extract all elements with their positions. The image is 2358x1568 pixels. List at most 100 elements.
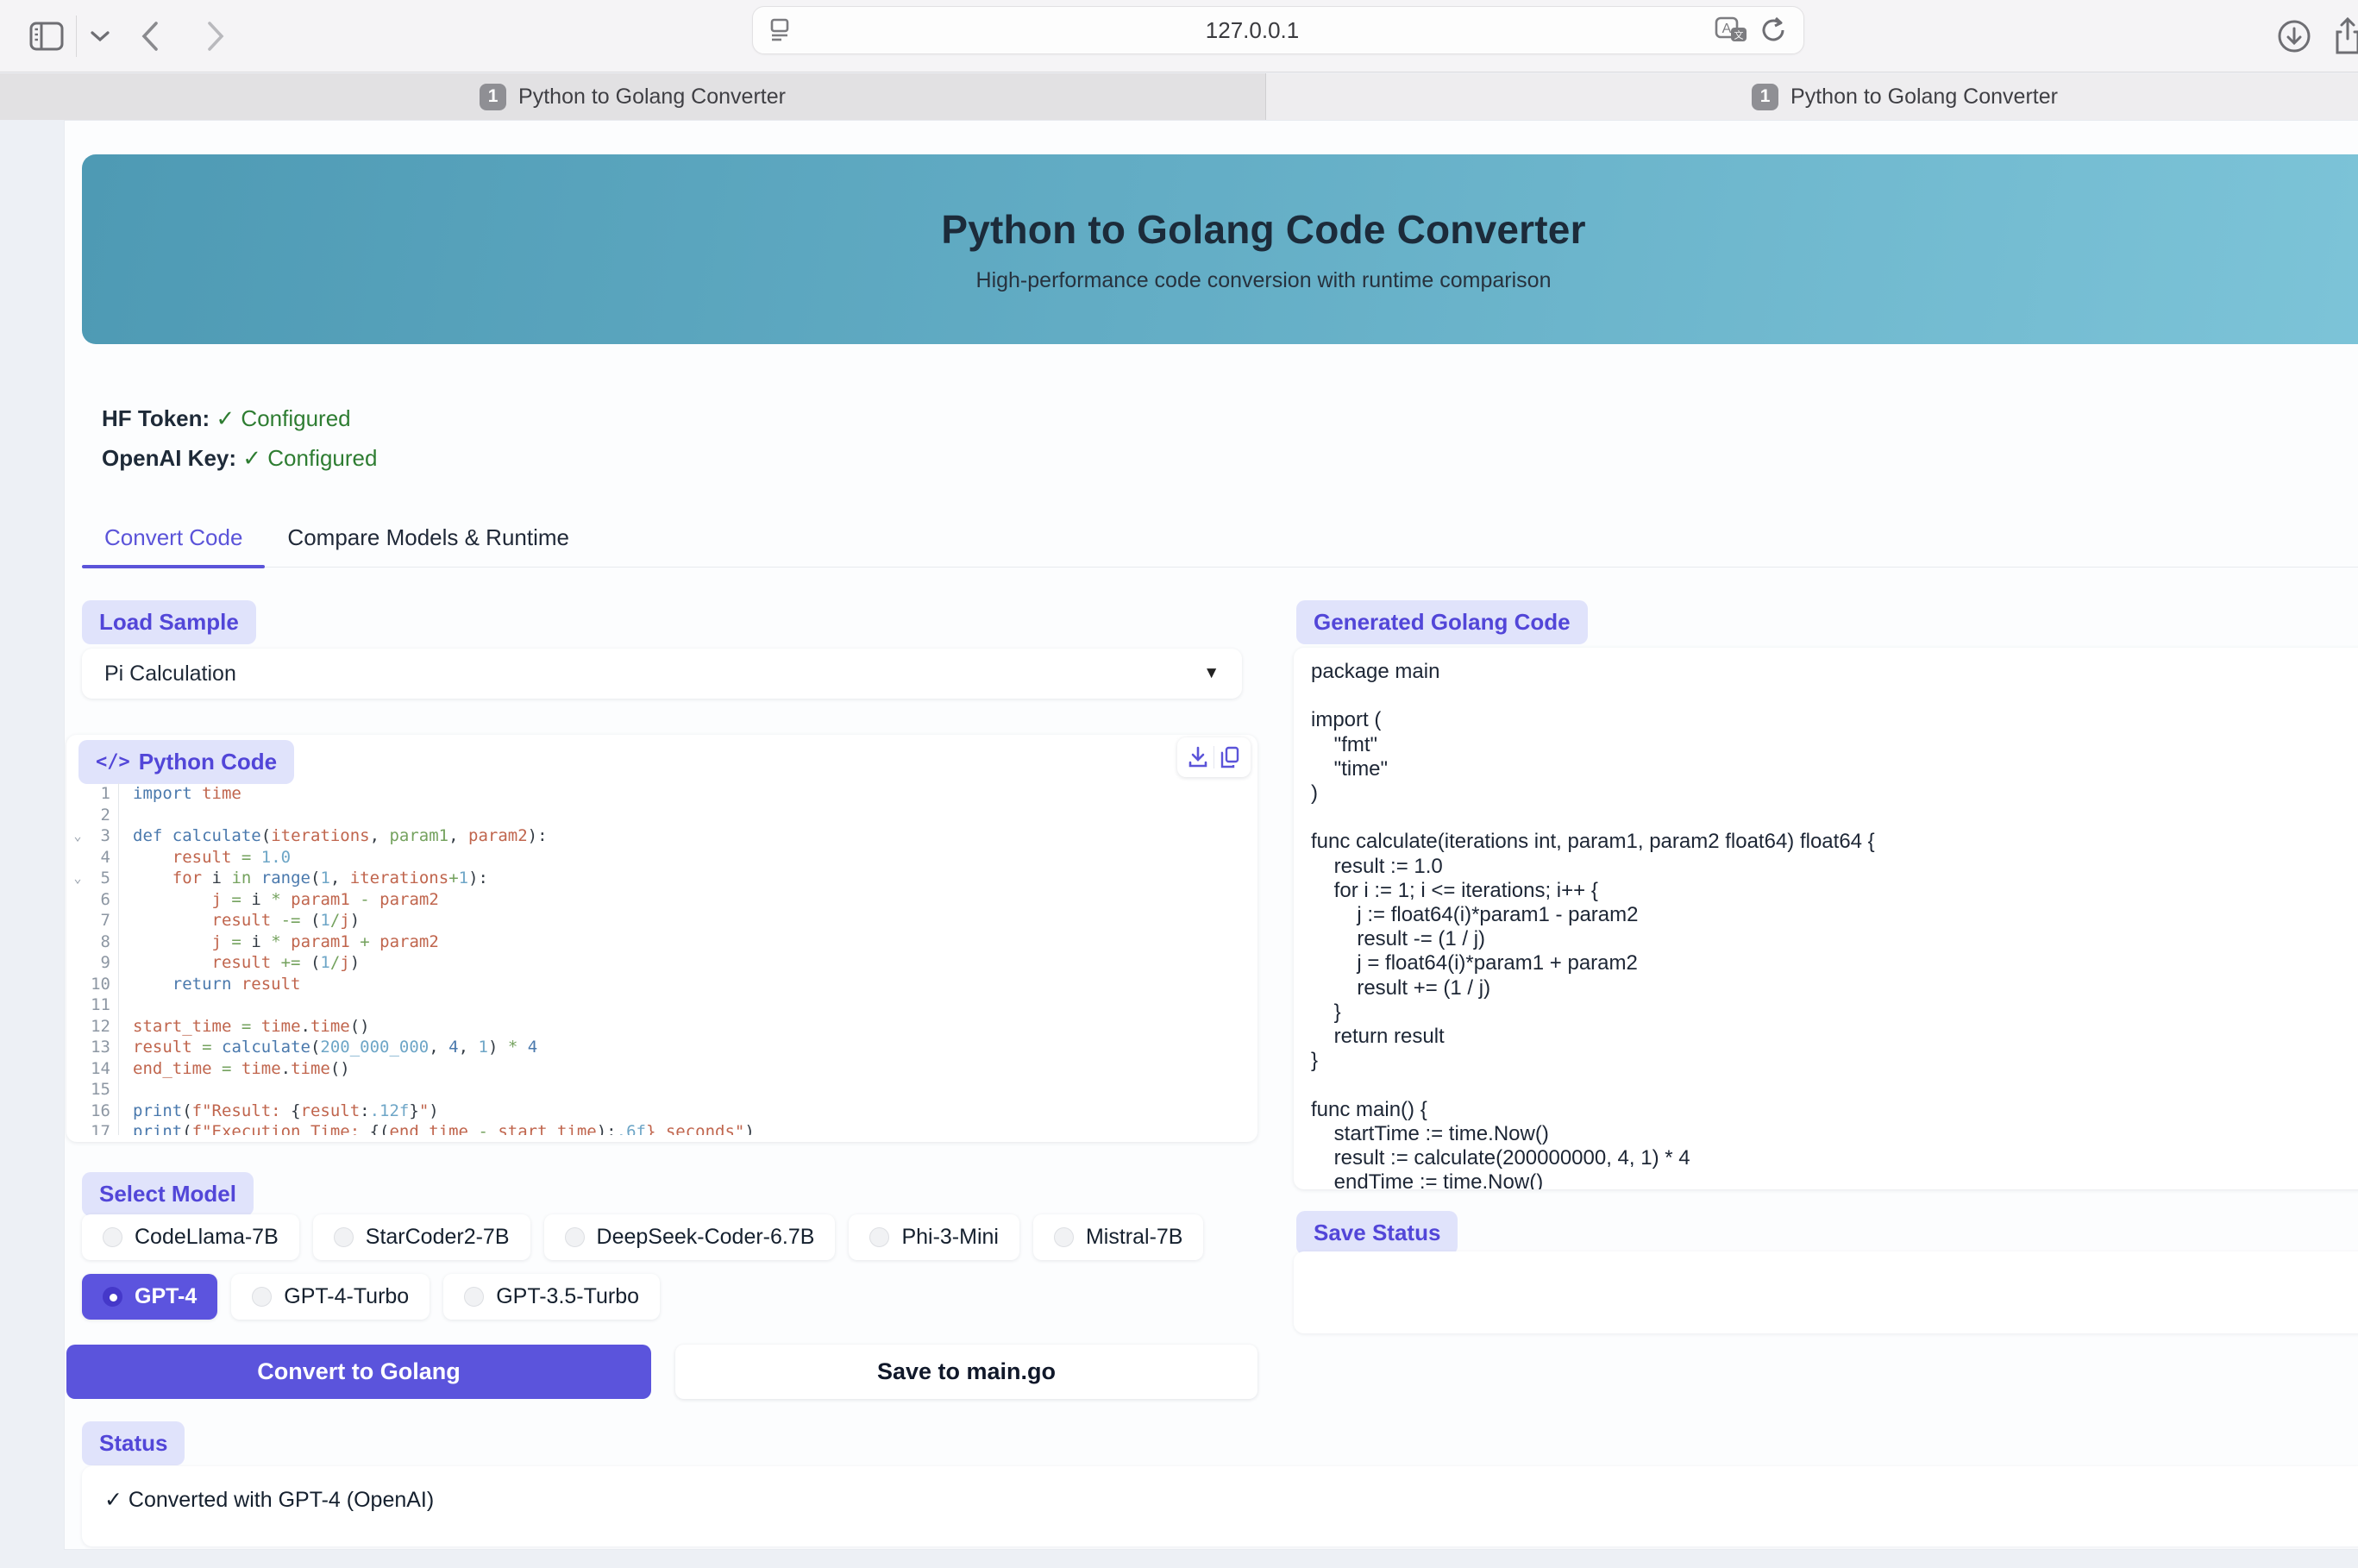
code-line: 15 [66,1079,1257,1101]
code-line-text: def calculate(iterations, param1, param2… [133,825,548,847]
fold-chevron-icon[interactable]: ⌄ [66,825,89,847]
gutter-divider [110,847,119,869]
fold-chevron-icon[interactable]: ⌄ [66,868,89,889]
save-status-card [1294,1251,2358,1333]
tab-convert-code[interactable]: Convert Code [82,524,265,567]
app-tabs: Convert Code Compare Models & Runtime [82,524,2358,568]
model-option-gpt-3-5-turbo[interactable]: GPT-3.5-Turbo [443,1274,660,1320]
generated-golang-badge: Generated Golang Code [1296,600,1588,644]
tab-count-badge: 1 [480,84,506,110]
code-line-text: end_time = time.time() [133,1058,350,1080]
convert-button[interactable]: Convert to Golang [66,1345,651,1399]
select-caret-icon: ▼ [1203,664,1220,683]
code-line: 6 j = i * param1 - param2 [66,889,1257,911]
radio-icon [103,1227,122,1247]
code-line-text: j = i * param1 + param2 [133,931,439,953]
forward-button[interactable] [197,0,235,72]
tab-compare-models[interactable]: Compare Models & Runtime [265,524,592,567]
reader-icon[interactable] [768,16,791,44]
browser-tab-1[interactable]: 1 Python to Golang Converter [0,73,1266,120]
fold-chevron-icon [66,1037,89,1058]
model-option-label: Mistral-7B [1086,1225,1183,1250]
code-line-text: return result [133,974,301,995]
model-option-label: CodeLlama-7B [135,1225,279,1250]
line-number: 8 [89,931,110,953]
fold-chevron-icon [66,952,89,974]
gutter-divider [110,994,119,1016]
radio-icon [103,1287,122,1307]
copy-icon [1220,746,1240,768]
line-number: 17 [89,1121,110,1135]
gutter-divider [110,974,119,995]
python-code-lines: 1import time2⌄3def calculate(iterations,… [66,783,1257,1135]
code-line-text: result = calculate(200_000_000, 4, 1) * … [133,1037,537,1058]
model-option-gpt-4[interactable]: GPT-4 [82,1274,217,1320]
python-code-badge: </> Python Code [78,740,294,784]
line-number: 4 [89,847,110,869]
gutter-divider [110,910,119,931]
gutter-divider [110,952,119,974]
downloads-button[interactable] [2273,0,2315,72]
gutter-divider [110,825,119,847]
gutter-divider [110,868,119,889]
code-line: 11 [66,994,1257,1016]
fold-chevron-icon [66,805,89,826]
fold-chevron-icon [66,1058,89,1080]
model-option-label: GPT-4 [135,1284,197,1309]
load-sample-badge: Load Sample [82,600,256,644]
model-option-gpt-4-turbo[interactable]: GPT-4-Turbo [231,1274,430,1320]
tab-title: Python to Golang Converter [1790,85,2058,110]
model-option-mistral-7b[interactable]: Mistral-7B [1033,1214,1204,1260]
code-line: 9 result += (1/j) [66,952,1257,974]
tab-count-badge: 1 [1752,84,1778,110]
sidebar-toggle-button[interactable] [26,0,67,72]
code-line-text: result += (1/j) [133,952,360,974]
browser-tab-2[interactable]: 1 Python to Golang Converter [1266,73,2358,120]
radio-icon [252,1287,272,1307]
model-option-starcoder2-7b[interactable]: StarCoder2-7B [313,1214,530,1260]
fold-chevron-icon [66,994,89,1016]
fold-chevron-icon [66,783,89,805]
app-header-banner: Python to Golang Code Converter High-per… [82,154,2358,344]
browser-tabstrip: 1 Python to Golang Converter 1 Python to… [0,73,2358,120]
download-code-button[interactable] [1182,740,1213,775]
code-line-text: result -= (1/j) [133,910,360,931]
toolbar-divider [76,16,77,57]
save-button[interactable]: Save to main.go [675,1345,1257,1399]
line-number: 2 [89,805,110,826]
model-option-deepseek-coder-6-7b[interactable]: DeepSeek-Coder-6.7B [544,1214,836,1260]
reload-button[interactable] [1759,15,1788,46]
code-line-text: import time [133,783,241,805]
line-number: 5 [89,868,110,889]
golang-code-panel[interactable]: package main import ( "fmt" "time" ) fun… [1294,648,2358,1189]
fold-chevron-icon [66,931,89,953]
model-option-codellama-7b[interactable]: CodeLlama-7B [82,1214,299,1260]
python-code-editor[interactable]: 1import time2⌄3def calculate(iterations,… [66,783,1257,1135]
python-code-label: Python Code [139,749,277,775]
status-card: ✓ Converted with GPT-4 (OpenAI) [82,1466,2358,1546]
share-button[interactable] [2327,0,2358,72]
copy-code-button[interactable] [1214,740,1245,775]
gutter-divider [110,1016,119,1038]
sample-select[interactable]: Pi Calculation ▼ [82,649,1242,699]
fold-chevron-icon [66,1079,89,1101]
translate-icon[interactable]: A 文 [1714,16,1750,45]
line-number: 9 [89,952,110,974]
tab-group-chevron-button[interactable] [85,0,116,72]
back-button[interactable] [131,0,169,72]
model-option-phi-3-mini[interactable]: Phi-3-Mini [849,1214,1019,1260]
gutter-divider [110,1058,119,1080]
line-number: 13 [89,1037,110,1058]
fold-chevron-icon [66,974,89,995]
fold-chevron-icon [66,910,89,931]
svg-text:A: A [1722,22,1732,36]
code-line: 12start_time = time.time() [66,1016,1257,1038]
golang-code-text: package main import ( "fmt" "time" ) fun… [1311,660,2358,1189]
model-option-label: GPT-3.5-Turbo [496,1284,639,1309]
url-bar[interactable]: 127.0.0.1 A 文 [752,6,1804,54]
code-line: 10 return result [66,974,1257,995]
code-line: 13 result = calculate(200_000_000, 4, 1) … [66,1037,1257,1058]
page-subtitle: High-performance code conversion with ru… [976,268,1552,293]
page-title: Python to Golang Code Converter [941,206,1585,253]
code-line: 16print(f"Result: {result:.12f}") [66,1101,1257,1122]
